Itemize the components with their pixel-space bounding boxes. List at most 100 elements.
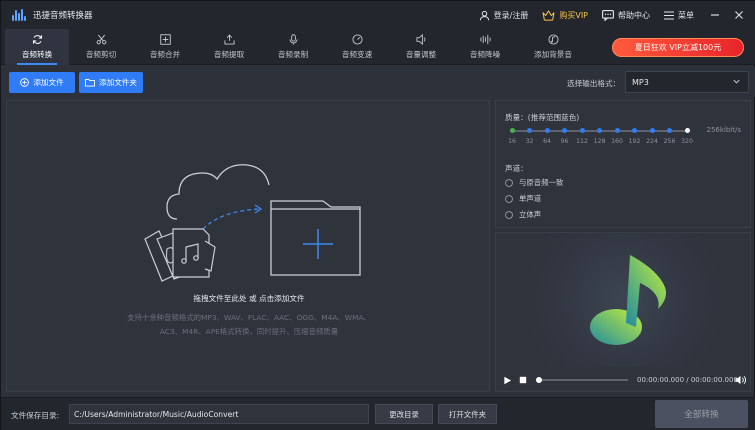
open-folder-button[interactable]: 打开文件夹 bbox=[438, 404, 497, 424]
radio-button[interactable] bbox=[505, 178, 513, 187]
refresh-icon bbox=[32, 35, 42, 44]
user-icon bbox=[479, 10, 489, 20]
convert-all-button[interactable]: 全部转换 bbox=[655, 400, 748, 428]
channel-option-stereo[interactable]: 立体声 bbox=[505, 209, 541, 220]
bitrate-dot-96[interactable] bbox=[562, 128, 567, 133]
tab-audio-convert[interactable]: 音频转换 bbox=[5, 29, 69, 65]
folder-plus-icon bbox=[270, 200, 361, 276]
channel-option-original[interactable]: 与原音频一致 bbox=[505, 177, 563, 188]
volume-icon bbox=[415, 34, 425, 45]
app-title: 迅捷音频转换器 bbox=[33, 11, 93, 21]
channel-option-label: 立体声 bbox=[519, 210, 542, 219]
tab-audio-cut[interactable]: 音频剪切 bbox=[69, 29, 133, 65]
tab-label: 音频提取 bbox=[213, 50, 245, 59]
add-file-label: 添加文件 bbox=[33, 78, 64, 87]
output-format-value: MP3 bbox=[632, 77, 649, 87]
promo-banner[interactable]: 夏日狂欢 VIP立减100元 bbox=[612, 38, 744, 57]
folder-icon bbox=[85, 79, 95, 87]
change-dir-button[interactable]: 更改目录 bbox=[375, 404, 433, 424]
noise-reduce-icon bbox=[479, 34, 491, 45]
time-display: 00:00:00.000 / 00:00:00.000 bbox=[637, 376, 738, 384]
radio-button[interactable] bbox=[505, 194, 513, 203]
bitrate-tick-label: 96 bbox=[560, 138, 569, 145]
bitrate-dot-224[interactable] bbox=[649, 128, 655, 133]
bitrate-tick-label: 32 bbox=[525, 138, 534, 145]
bitrate-readout: 256kibit/s bbox=[706, 126, 742, 134]
help-center-label: 帮助中心 bbox=[618, 10, 650, 20]
output-format-select[interactable]: MP3 bbox=[625, 71, 749, 93]
preview-area bbox=[496, 233, 750, 367]
tab-label: 音量调整 bbox=[405, 50, 437, 59]
drop-illustration bbox=[144, 164, 361, 282]
close-button[interactable] bbox=[732, 8, 746, 22]
tab-audio-record[interactable]: 音频录制 bbox=[261, 29, 325, 65]
bitrate-tick-label: 160 bbox=[611, 138, 623, 145]
bitrate-tick-label: 192 bbox=[628, 138, 641, 145]
channel-option-mono[interactable]: 单声道 bbox=[505, 193, 541, 204]
login-label: 登录/注册 bbox=[493, 10, 529, 20]
buy-vip-button[interactable]: 购买VIP bbox=[542, 9, 588, 21]
music-note-icon bbox=[590, 255, 666, 345]
settings-panel: 质量：(推荐范围蓝色) 256kibit/s 16 32 64 96 112 128 160… bbox=[495, 100, 751, 228]
help-center-link[interactable]: 帮助中心 bbox=[602, 9, 650, 21]
bitrate-dot-160[interactable] bbox=[614, 128, 620, 133]
tab-label: 音频剪切 bbox=[85, 50, 117, 59]
bitrate-tick-label: 224 bbox=[646, 138, 658, 145]
bitrate-dot-128[interactable] bbox=[597, 128, 602, 133]
app-logo-icon bbox=[12, 9, 26, 21]
save-path-field[interactable]: C:/Users/Administrator/Music/AudioConver… bbox=[69, 404, 369, 424]
audio-player: 00:00:00.000 / 00:00:00.000 bbox=[495, 232, 751, 392]
background-music-icon bbox=[547, 34, 559, 45]
add-folder-button[interactable]: 添加文件夹 bbox=[79, 72, 143, 93]
play-icon[interactable] bbox=[503, 376, 512, 385]
channel-label: 声道： bbox=[505, 164, 528, 173]
seek-knob[interactable] bbox=[536, 377, 542, 383]
footer-bar: 文件保存目录: C:/Users/Administrator/Music/Aud… bbox=[1, 397, 755, 430]
add-file-button[interactable]: 添加文件 bbox=[9, 72, 75, 93]
drop-description: 支持十余种音频格式的MP3、WAV、FLAC、AAC、OGG、M4A、WMA、A… bbox=[127, 313, 371, 336]
menu-label: 菜单 bbox=[678, 10, 694, 20]
bitrate-dot-320[interactable] bbox=[684, 128, 690, 133]
file-drop-area[interactable]: 拖拽文件至此处 或 点击添加文件 支持十余种音频格式的MP3、WAV、FLAC、… bbox=[6, 100, 490, 392]
add-folder-label: 添加文件夹 bbox=[99, 78, 137, 87]
bitrate-dot-112[interactable] bbox=[579, 128, 585, 133]
bitrate-dot-32[interactable] bbox=[527, 128, 532, 133]
bitrate-tick-label: 112 bbox=[576, 138, 588, 145]
bitrate-dot-192[interactable] bbox=[632, 128, 637, 133]
tab-add-background-music[interactable]: 添加背景音 bbox=[517, 29, 589, 65]
tab-noise-reduce[interactable]: 音频降噪 bbox=[453, 29, 517, 65]
quality-label: 质量：(推荐范围蓝色) bbox=[505, 113, 580, 122]
tab-label: 音频降噪 bbox=[469, 50, 501, 59]
seek-bar[interactable] bbox=[536, 377, 628, 383]
merge-icon bbox=[159, 34, 171, 45]
menu-button[interactable]: 菜单 bbox=[664, 10, 694, 21]
vip-crown-icon bbox=[542, 9, 555, 21]
extract-icon bbox=[223, 34, 235, 45]
save-dir-label: 文件保存目录: bbox=[11, 411, 60, 420]
audio-files-icon bbox=[144, 228, 216, 282]
microphone-icon bbox=[289, 34, 297, 45]
login-link[interactable]: 登录/注册 bbox=[479, 10, 529, 21]
quality-slider[interactable] bbox=[509, 128, 690, 133]
radio-button[interactable] bbox=[505, 210, 513, 219]
close-icon bbox=[735, 11, 743, 19]
bitrate-tick-label: 128 bbox=[593, 138, 606, 145]
tab-volume-adjust[interactable]: 音量调整 bbox=[389, 29, 453, 65]
minimize-icon bbox=[711, 14, 719, 16]
stop-icon[interactable] bbox=[519, 376, 527, 384]
bitrate-tick-label: 64 bbox=[543, 138, 551, 145]
tab-audio-merge[interactable]: 音频合并 bbox=[133, 29, 197, 65]
bitrate-dot-64[interactable] bbox=[544, 128, 550, 133]
tab-audio-speed[interactable]: 音频变速 bbox=[325, 29, 389, 65]
minimize-button[interactable] bbox=[708, 8, 722, 22]
drop-title: 拖拽文件至此处 或 点击添加文件 bbox=[193, 294, 305, 303]
tab-label: 音频录制 bbox=[277, 50, 309, 59]
bitrate-tick-label: 320 bbox=[681, 138, 693, 145]
bitrate-dot-16[interactable] bbox=[509, 128, 515, 133]
plus-circle-icon bbox=[20, 78, 30, 87]
bitrate-tick-label: 256 bbox=[663, 138, 676, 145]
bitrate-dot-256[interactable] bbox=[667, 128, 672, 133]
output-format-label: 选择输出格式： bbox=[567, 79, 621, 88]
tab-audio-extract[interactable]: 音频提取 bbox=[197, 29, 261, 65]
help-chat-icon bbox=[602, 9, 614, 21]
